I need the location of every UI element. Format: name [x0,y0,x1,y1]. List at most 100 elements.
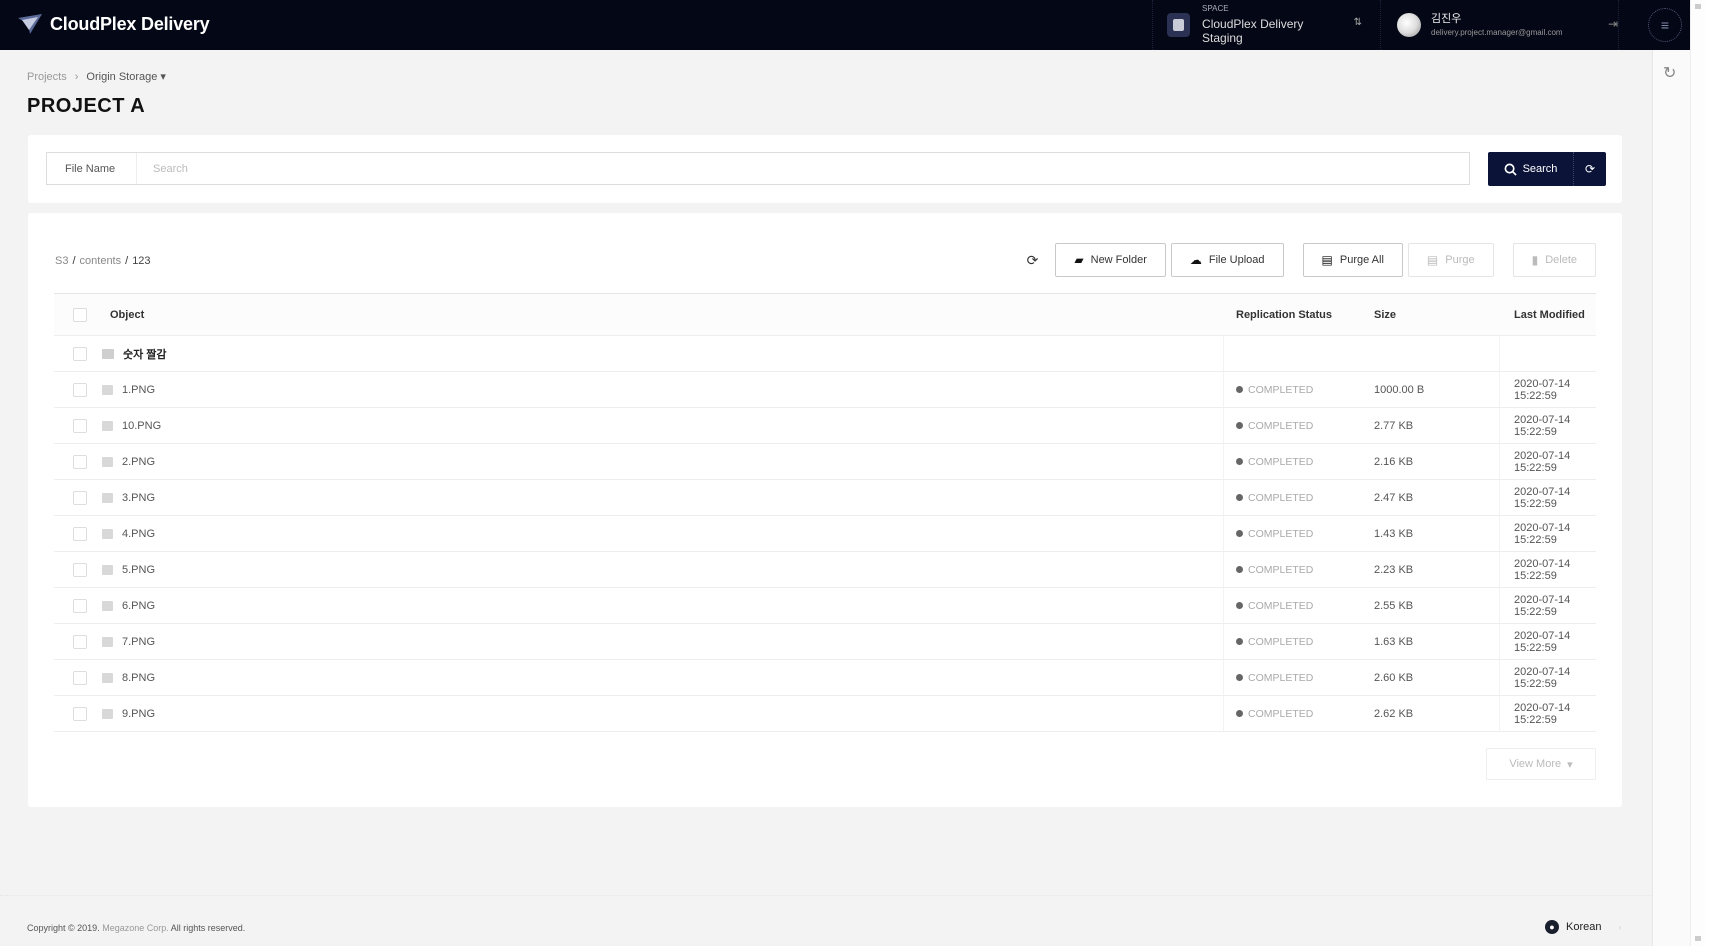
table-row[interactable]: 8.PNG COMPLETED 2.60 KB 2020-07-14 15:22… [54,660,1596,696]
search-panel: File Name Search ⟳ [28,135,1622,203]
path-segment[interactable]: S3 [55,255,68,267]
file-name[interactable]: 3.PNG [122,492,155,504]
logo[interactable]: CloudPlex Delivery [16,12,210,36]
last-modified: 2020-07-14 15:22:59 [1514,485,1571,510]
user-email: delivery.project.manager@gmail.com [1431,27,1563,37]
replication-status: COMPLETED [1248,599,1314,612]
file-name[interactable]: 9.PNG [122,708,155,720]
table-row[interactable]: 9.PNG COMPLETED 2.62 KB 2020-07-14 15:22… [54,696,1596,732]
file-icon [102,420,113,431]
table-row[interactable]: 6.PNG COMPLETED 2.55 KB 2020-07-14 15:22… [54,588,1596,624]
column-header-object[interactable]: Object [94,294,1224,335]
status-dot-icon [1236,638,1243,645]
file-name[interactable]: 1.PNG [122,384,155,396]
file-size: 2.60 KB [1362,660,1500,695]
object-list-panel: S3/contents/123 ⟳ ▰ New Folder ☁ File Up… [28,213,1622,807]
table-row[interactable]: 1.PNG COMPLETED 1000.00 B 2020-07-14 15:… [54,372,1596,408]
file-size: 2.77 KB [1362,408,1500,443]
search-field-select[interactable]: File Name [47,153,137,184]
refresh-icon[interactable]: ⟳ [1027,252,1039,269]
row-checkbox[interactable] [73,418,87,433]
folder-name[interactable]: 숫자 짤감 [123,346,167,362]
purge-all-button[interactable]: ▤ Purge All [1302,243,1403,277]
scroll-up-arrow[interactable] [1695,4,1701,9]
table-row-folder[interactable]: 숫자 짤감 [54,336,1596,372]
file-name[interactable]: 4.PNG [122,528,155,540]
table-row[interactable]: 2.PNG COMPLETED 2.16 KB 2020-07-14 15:22… [54,444,1596,480]
switch-arrows-icon[interactable]: ⇅ [1354,17,1362,28]
column-header-replication-status[interactable]: Replication Status [1224,294,1362,335]
row-checkbox[interactable] [73,382,87,397]
folder-icon [102,348,114,359]
table-row[interactable]: 10.PNG COMPLETED 2.77 KB 2020-07-14 15:2… [54,408,1596,444]
company-name: Megazone Corp. [102,923,169,933]
row-checkbox[interactable] [73,490,87,505]
delete-button[interactable]: ▮ Delete [1512,243,1596,277]
file-name[interactable]: 7.PNG [122,636,155,648]
file-upload-button[interactable]: ☁ File Upload [1170,243,1284,277]
space-selector[interactable]: SPACE CloudPlex Delivery Staging ⇅ [1152,0,1362,50]
file-name[interactable]: 8.PNG [122,672,155,684]
status-dot-icon [1236,458,1243,465]
language-selector[interactable]: ● Korean › [1545,920,1621,934]
folder-plus-icon: ▰ [1074,253,1084,267]
row-checkbox[interactable] [73,346,87,361]
app: CloudPlex Delivery SPACE CloudPlex Deliv… [0,0,1690,946]
row-checkbox[interactable] [73,454,87,469]
file-name[interactable]: 5.PNG [122,564,155,576]
new-folder-label: New Folder [1090,254,1147,266]
file-name[interactable]: 2.PNG [122,456,155,468]
row-checkbox[interactable] [73,526,87,541]
purge-all-label: Purge All [1339,254,1384,266]
replication-status: COMPLETED [1248,383,1314,396]
status-dot-icon [1236,494,1243,501]
search-input[interactable] [137,153,1469,184]
row-checkbox[interactable] [73,706,87,721]
cloud-upload-icon: ☁ [1189,253,1202,267]
reset-button[interactable]: ⟳ [1574,152,1606,186]
table-row[interactable]: 7.PNG COMPLETED 1.63 KB 2020-07-14 15:22… [54,624,1596,660]
table-row[interactable]: 3.PNG COMPLETED 2.47 KB 2020-07-14 15:22… [54,480,1596,516]
status-dot-icon [1236,602,1243,609]
scroll-down-arrow[interactable] [1695,936,1701,941]
last-modified: 2020-07-14 15:22:59 [1514,665,1571,690]
table-row[interactable]: 5.PNG COMPLETED 2.23 KB 2020-07-14 15:22… [54,552,1596,588]
history-icon[interactable]: ↻ [1663,63,1676,83]
file-name[interactable]: 6.PNG [122,600,155,612]
path-segment[interactable]: contents [80,255,122,267]
vertical-scrollbar[interactable] [1690,0,1705,946]
status-dot-icon [1236,386,1243,393]
select-all-checkbox[interactable] [73,307,87,322]
avatar [1397,13,1421,37]
row-checkbox[interactable] [73,634,87,649]
row-checkbox[interactable] [73,598,87,613]
path-current: 123 [132,255,151,267]
file-icon [102,672,113,683]
space-name: CloudPlex Delivery Staging [1202,16,1304,46]
file-icon [102,636,113,647]
user-profile[interactable]: 김진우 delivery.project.manager@gmail.com [1380,0,1600,50]
logout-icon[interactable]: ⇥ [1608,17,1622,31]
file-name[interactable]: 10.PNG [122,420,161,432]
column-header-size[interactable]: Size [1362,294,1500,335]
top-header: CloudPlex Delivery SPACE CloudPlex Deliv… [0,0,1690,50]
replication-status: COMPLETED [1248,455,1314,468]
row-checkbox[interactable] [73,670,87,685]
replication-status: COMPLETED [1248,419,1314,432]
status-dot-icon [1236,566,1243,573]
menu-button[interactable]: ≡ [1648,8,1682,42]
view-more-button[interactable]: View More ▾ [1486,748,1596,780]
column-header-last-modified[interactable]: Last Modified [1500,309,1596,321]
replication-status: COMPLETED [1248,671,1314,684]
table-row[interactable]: 4.PNG COMPLETED 1.43 KB 2020-07-14 15:22… [54,516,1596,552]
file-icon [102,600,113,611]
trash-icon: ▮ [1531,253,1539,267]
search-button[interactable]: Search [1488,152,1574,186]
purge-button[interactable]: ▤ Purge [1407,243,1494,277]
new-folder-button[interactable]: ▰ New Folder [1055,243,1166,277]
breadcrumb-projects[interactable]: Projects [27,71,67,83]
space-label: SPACE [1202,4,1229,14]
row-checkbox[interactable] [73,562,87,577]
copyright-rights: All rights reserved. [170,923,246,933]
breadcrumb-origin-storage[interactable]: Origin Storage ▾ [86,70,166,83]
